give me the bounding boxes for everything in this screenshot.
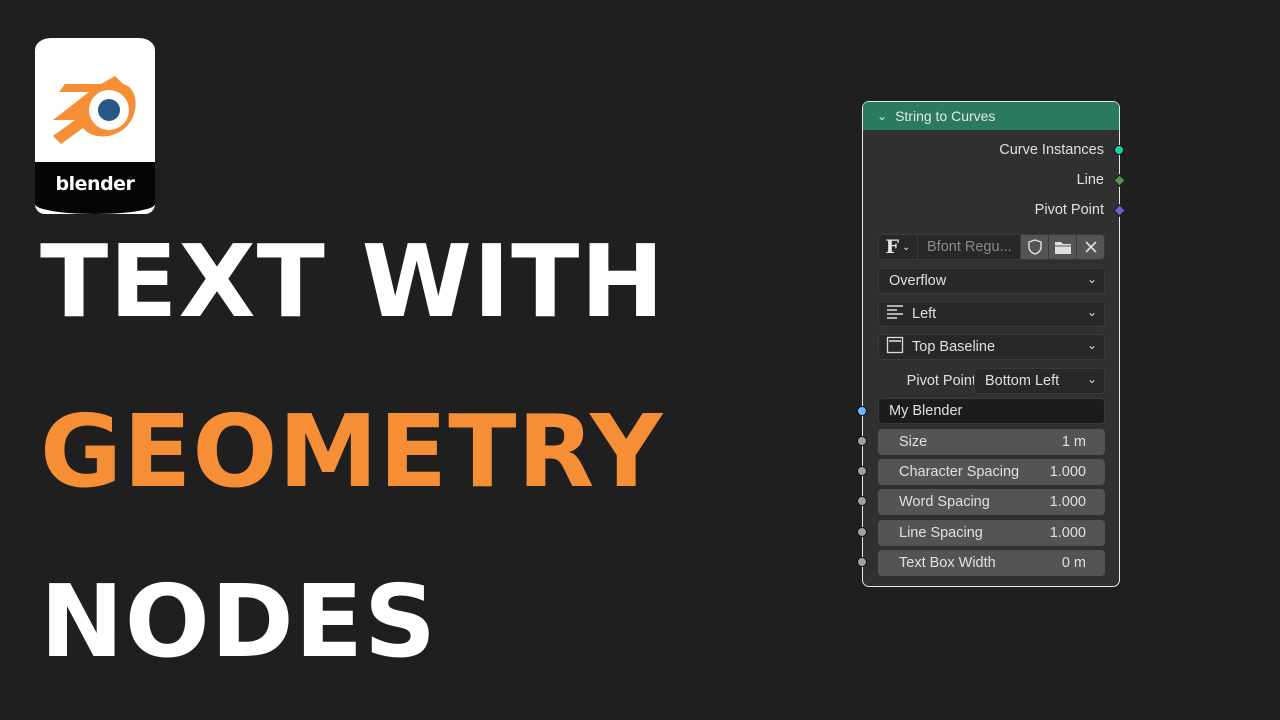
- node-header[interactable]: ⌄ String to Curves: [863, 102, 1119, 130]
- pivot-point-socket[interactable]: [1113, 204, 1126, 217]
- string-input-socket[interactable]: [857, 406, 867, 416]
- headline-line-1: TEXT WITH: [40, 223, 666, 340]
- align-x-value: Left: [912, 306, 937, 322]
- size-socket[interactable]: [857, 436, 867, 446]
- string-input-field[interactable]: My Blender: [878, 398, 1105, 424]
- align-y-dropdown[interactable]: Top Baseline ⌄: [878, 334, 1105, 360]
- line-socket[interactable]: [1113, 174, 1126, 187]
- pivot-point-label: Pivot Point: [906, 373, 976, 389]
- line-spacing-socket[interactable]: [857, 527, 867, 537]
- align-y-value: Top Baseline: [912, 339, 996, 355]
- string-to-curves-node[interactable]: ⌄ String to Curves Curve Instances Line …: [857, 101, 1126, 587]
- collapse-chevron-icon[interactable]: ⌄: [877, 109, 887, 123]
- word-spacing-field[interactable]: Word Spacing 1.000: [878, 489, 1105, 515]
- font-browse-button[interactable]: F ⌄: [878, 234, 918, 260]
- word-spacing-label: Word Spacing: [899, 494, 990, 510]
- pivot-point-dropdown[interactable]: Bottom Left ⌄: [974, 368, 1105, 394]
- string-value: My Blender: [889, 403, 963, 419]
- chevron-down-icon: ⌄: [1086, 372, 1097, 386]
- font-name-field[interactable]: Bfont Regu...: [918, 234, 1021, 260]
- blender-logo: blender: [35, 38, 155, 214]
- output-pivot-point: Pivot Point: [1034, 202, 1104, 218]
- font-selector: F ⌄ Bfont Regu...: [878, 234, 1105, 260]
- unlink-close-icon[interactable]: [1077, 234, 1105, 260]
- chevron-down-icon: ⌄: [902, 241, 911, 253]
- output-curve-instances: Curve Instances: [999, 142, 1104, 158]
- character-spacing-value: 1.000: [1049, 464, 1086, 480]
- line-spacing-label: Line Spacing: [899, 525, 983, 541]
- size-value: 1 m: [1061, 434, 1086, 450]
- fake-user-shield-icon[interactable]: [1021, 234, 1049, 260]
- chevron-down-icon: ⌄: [1086, 338, 1097, 352]
- size-field[interactable]: Size 1 m: [878, 429, 1105, 455]
- chevron-down-icon: ⌄: [1086, 272, 1097, 286]
- character-spacing-label: Character Spacing: [899, 464, 1020, 480]
- logo-wordmark-band: blender: [35, 162, 155, 214]
- text-box-width-label: Text Box Width: [899, 555, 996, 571]
- word-spacing-socket[interactable]: [857, 496, 867, 506]
- open-folder-icon[interactable]: [1049, 234, 1077, 260]
- logo-wordmark: blender: [55, 173, 135, 195]
- word-spacing-value: 1.000: [1049, 494, 1086, 510]
- curve-instances-socket[interactable]: [1114, 145, 1124, 155]
- node-title: String to Curves: [895, 108, 996, 124]
- line-spacing-value: 1.000: [1049, 525, 1086, 541]
- pivot-point-row: Pivot Point Bottom Left ⌄: [878, 368, 1105, 394]
- font-glyph-icon: F: [885, 236, 900, 258]
- output-line: Line: [1076, 172, 1104, 188]
- character-spacing-field[interactable]: Character Spacing 1.000: [878, 459, 1105, 485]
- overflow-value: Overflow: [889, 273, 947, 289]
- align-top-icon: [879, 336, 904, 358]
- align-x-dropdown[interactable]: Left ⌄: [878, 301, 1105, 327]
- text-box-width-value: 0 m: [1061, 555, 1086, 571]
- text-box-width-socket[interactable]: [857, 557, 867, 567]
- text-box-width-field[interactable]: Text Box Width 0 m: [878, 550, 1105, 576]
- headline-line-3: NODES: [40, 563, 438, 680]
- chevron-down-icon: ⌄: [1086, 305, 1097, 319]
- overflow-dropdown[interactable]: Overflow ⌄: [878, 268, 1105, 294]
- line-spacing-field[interactable]: Line Spacing 1.000: [878, 520, 1105, 546]
- headline-line-2: GEOMETRY: [40, 393, 664, 510]
- character-spacing-socket[interactable]: [857, 466, 867, 476]
- blender-logo-icon: [53, 76, 136, 144]
- pivot-point-value: Bottom Left: [985, 373, 1060, 389]
- align-left-icon: [879, 304, 904, 324]
- size-label: Size: [899, 434, 928, 450]
